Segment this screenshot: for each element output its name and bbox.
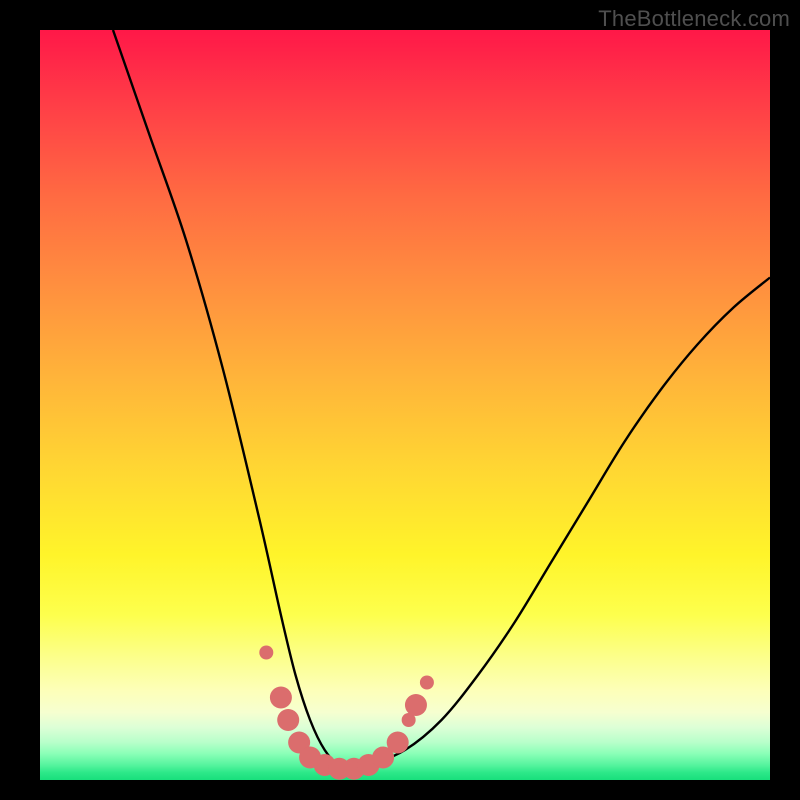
bottleneck-curve [113, 30, 770, 766]
marker-point [259, 646, 273, 660]
marker-point [405, 694, 427, 716]
marker-point [420, 676, 434, 690]
chart-frame: TheBottleneck.com [0, 0, 800, 800]
marker-point [277, 709, 299, 731]
marker-group [259, 646, 434, 780]
marker-point [387, 732, 409, 754]
curve-layer [40, 30, 770, 780]
plot-area [40, 30, 770, 780]
watermark-text: TheBottleneck.com [598, 6, 790, 32]
marker-point [270, 687, 292, 709]
